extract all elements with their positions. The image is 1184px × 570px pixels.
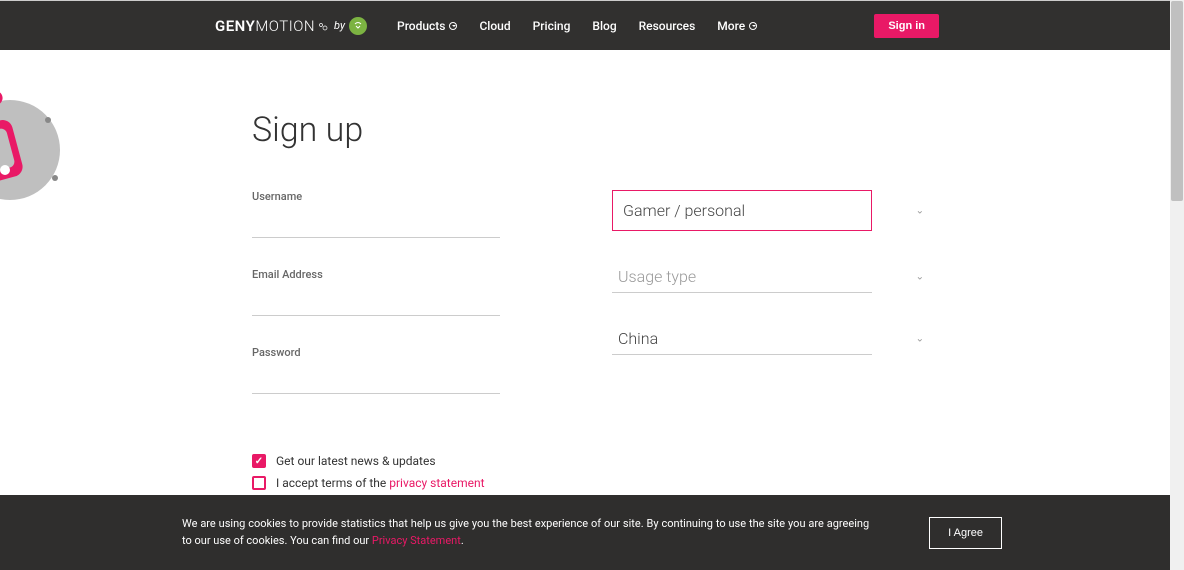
newsletter-label: Get our latest news & updates: [276, 454, 436, 468]
nav-pricing[interactable]: Pricing: [533, 19, 571, 33]
username-label: Username: [252, 190, 572, 203]
newsletter-checkbox[interactable]: [252, 454, 266, 468]
cookie-text: We are using cookies to provide statisti…: [182, 516, 869, 549]
main-content: Sign up Username Email Address Password: [0, 50, 1184, 550]
cookie-banner: We are using cookies to provide statisti…: [0, 495, 1184, 570]
chevron-down-icon: ⌄: [916, 205, 924, 216]
logo-light: MOTION: [255, 17, 315, 35]
privacy-statement-link[interactable]: privacy statement: [389, 476, 484, 490]
scrollbar-thumb[interactable]: [1171, 1, 1183, 201]
profile-type-select[interactable]: Gamer / personal: [612, 190, 872, 231]
terms-label: I accept terms of the privacy statement: [276, 476, 485, 490]
cookie-agree-button[interactable]: I Agree: [929, 517, 1002, 549]
company-icon: [349, 17, 367, 35]
password-input[interactable]: [252, 365, 500, 394]
logo[interactable]: GENYMOTION by: [215, 16, 367, 35]
signin-button[interactable]: Sign in: [874, 14, 939, 38]
nav-blog[interactable]: Blog: [592, 19, 616, 33]
scrollbar-track[interactable]: [1170, 0, 1184, 570]
main-nav: Products Cloud Pricing Blog Resources Mo…: [397, 19, 757, 33]
nav-products[interactable]: Products: [397, 19, 457, 33]
nav-resources[interactable]: Resources: [639, 19, 696, 33]
nav-cloud[interactable]: Cloud: [479, 19, 510, 33]
terms-checkbox[interactable]: [252, 476, 266, 490]
by-text: by: [334, 19, 345, 32]
chevron-down-icon: [749, 22, 757, 30]
nav-more[interactable]: More: [717, 19, 757, 33]
page-title: Sign up: [252, 110, 932, 150]
top-navigation-bar: GENYMOTION by Products Cloud Pricing Blo…: [0, 0, 1184, 50]
email-label: Email Address: [252, 268, 572, 281]
cookie-privacy-link[interactable]: Privacy Statement: [372, 534, 461, 547]
robot-illustration: [0, 70, 100, 210]
logo-bold: GENY: [215, 17, 255, 35]
password-label: Password: [252, 346, 572, 359]
usage-type-select[interactable]: Usage type: [612, 261, 872, 293]
country-select[interactable]: China: [612, 323, 872, 355]
username-input[interactable]: [252, 209, 500, 238]
chevron-down-icon: ⌄: [916, 334, 924, 345]
chevron-down-icon: ⌄: [916, 272, 924, 283]
email-input[interactable]: [252, 287, 500, 316]
logo-dots-icon: [318, 16, 328, 35]
chevron-down-icon: [449, 22, 457, 30]
